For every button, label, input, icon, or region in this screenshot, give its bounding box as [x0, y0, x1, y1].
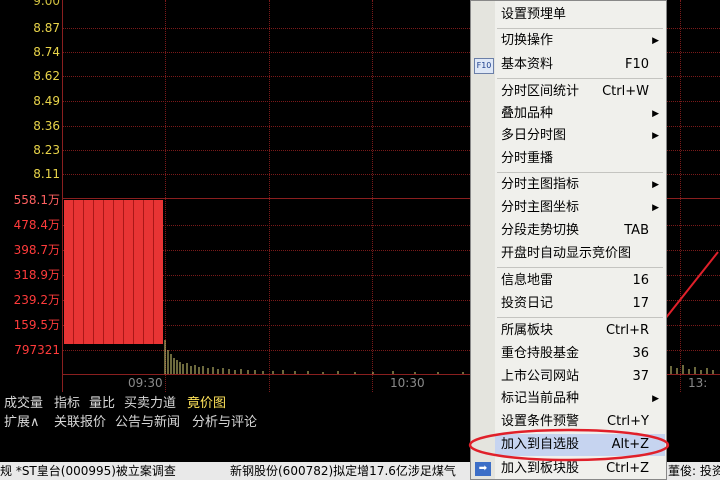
menu-separator — [497, 78, 663, 79]
volume-axis-label: 797321 — [14, 343, 60, 357]
submenu-arrow-icon: ▶ — [652, 180, 659, 190]
menu-item-overlay-symbol[interactable]: 叠加品种 ▶ — [495, 103, 665, 125]
tab-auction-chart[interactable]: 竟价图 — [187, 396, 226, 412]
menu-item-info-mine[interactable]: 信息地雷 16 — [495, 270, 665, 292]
ticker-item[interactable]: 董俊: 投资 — [668, 462, 720, 480]
menu-item-label: 信息地雷 — [501, 273, 554, 288]
time-label: 10:30 — [390, 376, 425, 390]
price-axis-label: 8.49 — [33, 94, 60, 108]
volume-axis-label: 159.5万 — [13, 318, 60, 332]
price-axis-label: 8.87 — [33, 21, 60, 35]
grid-line — [269, 0, 270, 392]
time-label: 09:30 — [128, 376, 163, 390]
menu-item-label: 分时主图坐标 — [501, 200, 580, 215]
menu-item-label: 分时主图指标 — [501, 177, 580, 192]
submenu-arrow-icon: ▶ — [652, 36, 659, 46]
menu-separator — [497, 172, 663, 173]
menu-item-interval-stats[interactable]: 分时区间统计 Ctrl+W — [495, 81, 665, 103]
menu-separator — [497, 317, 663, 318]
submenu-arrow-icon: ▶ — [652, 109, 659, 119]
menu-item-label: 分时区间统计 — [501, 84, 580, 99]
grid-line — [62, 0, 63, 392]
menu-item-label: 设置预埋单 — [501, 7, 567, 22]
menu-item-label: 重仓持股基金 — [501, 346, 580, 361]
menu-item-label: 叠加品种 — [501, 106, 554, 121]
grid-line — [165, 0, 166, 392]
menu-item-sector[interactable]: 所属板块 Ctrl+R — [495, 320, 665, 342]
ticker-item[interactable]: 规 *ST皇台(000995)被立案调查 — [0, 462, 176, 480]
menu-item-segment-switch[interactable]: 分段走势切换 TAB — [495, 220, 665, 242]
menu-item-replay[interactable]: 分时重播 — [495, 148, 665, 170]
volume-axis-label: 478.4万 — [13, 218, 60, 232]
highlight-circle — [468, 428, 670, 462]
tab-related-quotes[interactable]: 关联报价 — [54, 415, 106, 431]
menu-item-shortcut: 17 — [632, 296, 649, 311]
menu-item-label: 切换操作 — [501, 33, 554, 48]
menu-item-shortcut: 16 — [632, 273, 649, 288]
price-axis-label: 9.00 — [33, 0, 60, 8]
context-menu: 设置预埋单 切换操作 ▶ F10 基本资料 F10 分时区间统计 Ctrl+W 叠加品… — [470, 0, 667, 480]
menu-item-label: 开盘时自动显示竞价图 — [501, 246, 632, 261]
menu-item-company-website[interactable]: 上市公司网站 37 — [495, 366, 665, 388]
menu-item-main-axis[interactable]: 分时主图坐标 ▶ — [495, 197, 665, 219]
menu-item-auto-auction-chart[interactable]: 开盘时自动显示竞价图 — [495, 243, 665, 265]
tab-volume[interactable]: 成交量 — [4, 396, 43, 412]
menu-separator — [497, 28, 663, 29]
menu-item-set-preorder[interactable]: 设置预埋单 — [495, 4, 665, 26]
menu-item-fund-holdings[interactable]: 重仓持股基金 36 — [495, 343, 665, 365]
add-to-sector-icon: ➡ — [475, 462, 491, 476]
tab-buy-sell-force[interactable]: 买卖力道 — [124, 396, 176, 412]
menu-item-basic-info[interactable]: 基本资料 F10 — [495, 54, 665, 76]
submenu-arrow-icon: ▶ — [652, 131, 659, 141]
tab-indicators[interactable]: 指标 — [54, 396, 80, 412]
menu-item-label: 分时重播 — [501, 151, 554, 166]
menu-item-multi-day-chart[interactable]: 多日分时图 ▶ — [495, 125, 665, 147]
menu-item-shortcut: F10 — [624, 57, 649, 72]
tab-expand[interactable]: 扩展∧ — [4, 415, 40, 431]
menu-item-shortcut: Ctrl+W — [602, 84, 649, 99]
grid-line — [372, 0, 373, 392]
price-axis-label: 8.36 — [33, 119, 60, 133]
menu-item-mark-symbol[interactable]: 标记当前品种 ▶ — [495, 388, 665, 410]
price-axis-label: 8.23 — [33, 143, 60, 157]
volume-axis-label: 398.7万 — [13, 243, 60, 257]
ticker-item[interactable]: 新钢股份(600782)拟定增17.6亿涉足煤气 — [230, 462, 456, 480]
indicator-tabs: 成交量 指标 量比 买卖力道 竟价图 扩展∧ 关联报价 公告与新闻 分析与评论 — [0, 394, 470, 432]
price-axis-label: 8.11 — [33, 167, 60, 181]
volume-ticks — [164, 340, 464, 374]
submenu-arrow-icon: ▶ — [652, 203, 659, 213]
menu-item-investment-diary[interactable]: 投资日记 17 — [495, 293, 665, 315]
submenu-arrow-icon: ▶ — [652, 394, 659, 404]
volume-axis-label: 558.1万 — [13, 193, 60, 207]
menu-item-label: 上市公司网站 — [501, 369, 580, 384]
volume-axis-label: 318.9万 — [13, 268, 60, 282]
menu-item-switch-operation[interactable]: 切换操作 ▶ — [495, 30, 665, 52]
menu-item-shortcut: Ctrl+R — [605, 323, 649, 338]
menu-item-shortcut: 37 — [632, 369, 649, 384]
price-axis-label: 8.74 — [33, 45, 60, 59]
menu-item-label: 投资日记 — [501, 296, 554, 311]
tab-analysis-comments[interactable]: 分析与评论 — [192, 415, 257, 431]
menu-item-label: 基本资料 — [501, 57, 554, 72]
menu-item-shortcut: TAB — [624, 223, 649, 238]
tab-announcements-news[interactable]: 公告与新闻 — [115, 415, 180, 431]
menu-separator — [497, 267, 663, 268]
tab-volume-ratio[interactable]: 量比 — [89, 396, 115, 412]
volume-bar-stripes — [64, 200, 163, 344]
menu-item-main-indicator[interactable]: 分时主图指标 ▶ — [495, 174, 665, 196]
menu-item-shortcut: 36 — [632, 346, 649, 361]
menu-item-label: 所属板块 — [501, 323, 554, 338]
price-axis-label: 8.62 — [33, 69, 60, 83]
menu-item-label: 标记当前品种 — [501, 391, 580, 406]
menu-item-label: 多日分时图 — [501, 128, 567, 143]
volume-axis-label: 239.2万 — [13, 293, 60, 307]
f10-icon: F10 — [474, 58, 494, 74]
menu-item-label: 分段走势切换 — [501, 223, 580, 238]
